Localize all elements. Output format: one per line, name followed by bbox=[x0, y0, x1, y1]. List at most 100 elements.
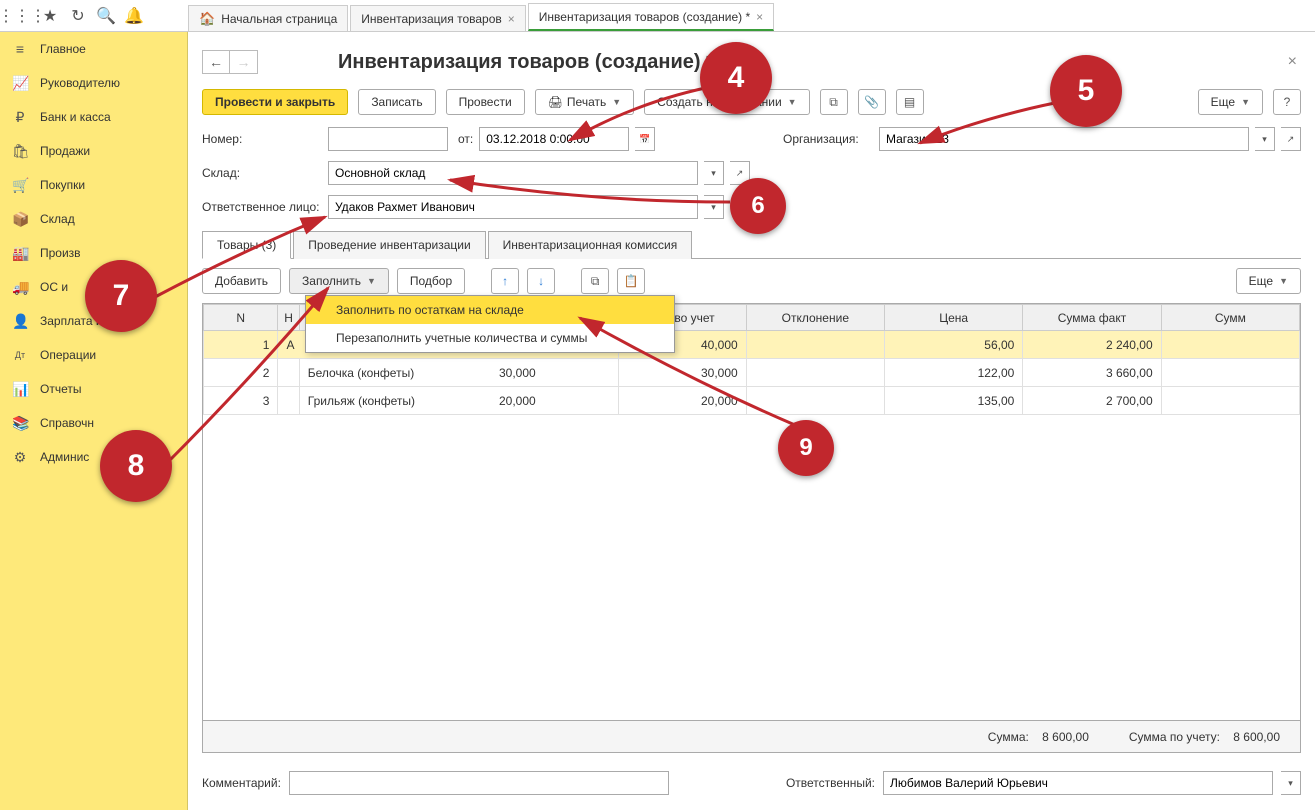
sum-label: Сумма: bbox=[988, 730, 1029, 744]
tab-label: Инвентаризация товаров bbox=[361, 12, 501, 26]
doc-tab-inventory[interactable]: Проведение инвентаризации bbox=[293, 231, 485, 259]
apps-icon[interactable]: ⋮⋮⋮ bbox=[8, 2, 36, 30]
print-button[interactable]: 🖨Печать▼ bbox=[535, 89, 634, 115]
responsible-dropdown-button[interactable]: ▾ bbox=[704, 195, 724, 219]
paste-button[interactable]: 📋 bbox=[617, 268, 645, 294]
sidebar-item-main[interactable]: ≡Главное bbox=[0, 32, 187, 66]
comment-input[interactable] bbox=[289, 771, 669, 795]
notes-icon-button[interactable]: ▤ bbox=[896, 89, 924, 115]
factory-icon: 🏭 bbox=[12, 245, 28, 262]
nav-forward-button[interactable]: → bbox=[230, 50, 258, 74]
warehouse-label: Склад: bbox=[202, 166, 322, 180]
dtkt-icon: Дт bbox=[12, 350, 28, 360]
help-button[interactable]: ? bbox=[1273, 89, 1301, 115]
tab-home[interactable]: 🏠 Начальная страница bbox=[188, 5, 348, 31]
number-label: Номер: bbox=[202, 132, 322, 146]
col-dev[interactable]: Отклонение bbox=[746, 305, 884, 331]
sidebar-item-label: Руководителю bbox=[40, 76, 120, 90]
sidebar-item-label: Главное bbox=[40, 42, 86, 56]
history-icon[interactable]: ↻ bbox=[64, 2, 92, 30]
tab-label: Начальная страница bbox=[221, 12, 337, 26]
sidebar-item-sales[interactable]: 🛍Продажи bbox=[0, 134, 187, 168]
post-button[interactable]: Провести bbox=[446, 89, 525, 115]
home-icon: 🏠 bbox=[199, 11, 215, 27]
table-toolbar: Добавить Заполнить▼ Подбор ↑ ↓ ⧉ 📋 Еще▼ … bbox=[202, 259, 1301, 303]
annotation-bubble-4: 4 bbox=[700, 42, 772, 114]
date-label: от: bbox=[458, 132, 473, 146]
sidebar-item-production[interactable]: 🏭 Произв bbox=[0, 236, 187, 270]
goods-table-wrap: N Н Кол-во учет Отклонение Цена Сумма фа… bbox=[202, 303, 1301, 721]
copy-button[interactable]: ⧉ bbox=[581, 268, 609, 294]
warehouse-input[interactable] bbox=[328, 161, 698, 185]
ruble-icon: ₽ bbox=[12, 109, 28, 126]
doc-tab-goods[interactable]: Товары (3) bbox=[202, 231, 291, 259]
form-row-number: Номер: от: 📅 Организация: ▾ ↗ bbox=[202, 122, 1301, 156]
save-button[interactable]: Записать bbox=[358, 89, 435, 115]
sum-acc-label: Сумма по учету: bbox=[1129, 730, 1220, 744]
doc-tabs: Товары (3) Проведение инвентаризации Инв… bbox=[202, 230, 1301, 259]
bars-icon: 📊 bbox=[12, 381, 28, 398]
person-icon: 👤 bbox=[12, 313, 28, 330]
nav-back-button[interactable]: ← bbox=[202, 50, 230, 74]
post-and-close-button[interactable]: Провести и закрыть bbox=[202, 89, 348, 115]
totals-row: Сумма: 8 600,00 Сумма по учету: 8 600,00 bbox=[202, 721, 1301, 753]
col-price[interactable]: Цена bbox=[885, 305, 1023, 331]
footer-resp-label: Ответственный: bbox=[786, 776, 875, 790]
more-button[interactable]: Еще▼ bbox=[1198, 89, 1263, 115]
attach-icon-button[interactable]: 📎 bbox=[858, 89, 886, 115]
fill-by-stock-item[interactable]: Заполнить по остаткам на складе bbox=[306, 296, 674, 324]
org-input[interactable] bbox=[879, 127, 1249, 151]
responsible-label: Ответственное лицо: bbox=[202, 200, 322, 214]
page-title: Инвентаризация товаров (создание) * bbox=[338, 51, 714, 74]
page-close-button[interactable]: × bbox=[1284, 49, 1301, 75]
table-row[interactable]: 3 Грильяж (конфеты) 20,00020,000 135,00 … bbox=[204, 387, 1300, 415]
books-icon: 📚 bbox=[12, 415, 28, 432]
search-icon[interactable]: 🔍 bbox=[92, 2, 120, 30]
doc-tab-commission[interactable]: Инвентаризационная комиссия bbox=[488, 231, 693, 259]
move-up-button[interactable]: ↑ bbox=[491, 268, 519, 294]
gear-icon: ⚙ bbox=[12, 449, 28, 466]
sidebar-item-label: Склад bbox=[40, 212, 75, 226]
col-sum-fact[interactable]: Сумма факт bbox=[1023, 305, 1161, 331]
annotation-bubble-5: 5 bbox=[1050, 55, 1122, 127]
org-open-button[interactable]: ↗ bbox=[1281, 127, 1301, 151]
org-label: Организация: bbox=[783, 132, 873, 146]
sidebar-item-reports[interactable]: 📊Отчеты bbox=[0, 372, 187, 406]
fill-button[interactable]: Заполнить▼ bbox=[289, 268, 389, 294]
move-down-button[interactable]: ↓ bbox=[527, 268, 555, 294]
col-n[interactable]: N bbox=[204, 305, 278, 331]
date-input[interactable] bbox=[479, 127, 629, 151]
footer-resp-input[interactable] bbox=[883, 771, 1273, 795]
close-icon[interactable]: × bbox=[756, 10, 763, 24]
col-sum-acc[interactable]: Сумм bbox=[1161, 305, 1299, 331]
footer-resp-dropdown[interactable]: ▾ bbox=[1281, 771, 1301, 795]
org-dropdown-button[interactable]: ▾ bbox=[1255, 127, 1275, 151]
table-more-button[interactable]: Еще▼ bbox=[1236, 268, 1301, 294]
sidebar-item-label: Произв bbox=[40, 246, 81, 260]
chart-icon: 📈 bbox=[12, 75, 28, 92]
tab-inventory-create[interactable]: Инвентаризация товаров (создание) * × bbox=[528, 3, 774, 31]
star-icon[interactable]: ★ bbox=[36, 2, 64, 30]
sidebar-item-catalogs[interactable]: 📚Справочн bbox=[0, 406, 187, 440]
sidebar-item-bank[interactable]: ₽Банк и касса bbox=[0, 100, 187, 134]
sidebar-item-purchases[interactable]: 🛒Покупки bbox=[0, 168, 187, 202]
col-name[interactable]: Н bbox=[278, 305, 299, 331]
structure-icon-button[interactable]: ⧉ bbox=[820, 89, 848, 115]
close-icon[interactable]: × bbox=[508, 12, 515, 26]
sidebar-item-operations[interactable]: ДтОперации bbox=[0, 338, 187, 372]
fill-dropdown-menu: Заполнить по остаткам на складе Перезапо… bbox=[305, 295, 675, 353]
sidebar-item-warehouse[interactable]: 📦Склад bbox=[0, 202, 187, 236]
sidebar-item-manager[interactable]: 📈 Руководителю bbox=[0, 66, 187, 100]
sidebar: ≡Главное 📈 Руководителю ₽Банк и касса 🛍Пр… bbox=[0, 32, 188, 810]
responsible-input[interactable] bbox=[328, 195, 698, 219]
number-input[interactable] bbox=[328, 127, 448, 151]
pick-button[interactable]: Подбор bbox=[397, 268, 465, 294]
tab-inventory-list[interactable]: Инвентаризация товаров × bbox=[350, 5, 525, 31]
refill-quantities-item[interactable]: Перезаполнить учетные количества и суммы bbox=[306, 324, 674, 352]
warehouse-dropdown-button[interactable]: ▾ bbox=[704, 161, 724, 185]
calendar-button[interactable]: 📅 bbox=[635, 127, 655, 151]
bell-icon[interactable]: 🔔 bbox=[120, 2, 148, 30]
add-button[interactable]: Добавить bbox=[202, 268, 281, 294]
sum-acc-value: 8 600,00 bbox=[1233, 730, 1280, 744]
table-row[interactable]: 2 Белочка (конфеты) 30,00030,000 122,00 … bbox=[204, 359, 1300, 387]
